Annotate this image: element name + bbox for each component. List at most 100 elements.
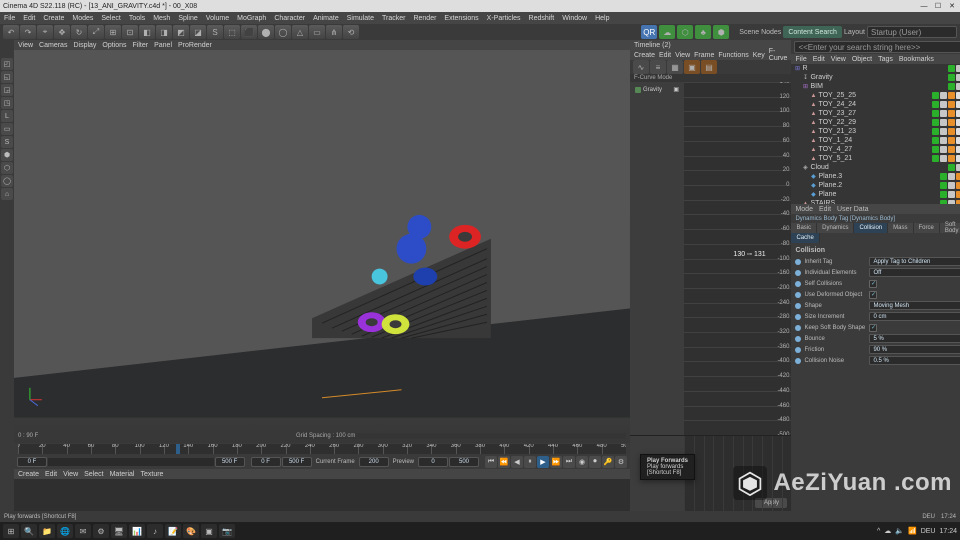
fcurve-track-gravity[interactable]: Gravity [643,87,662,93]
tag-icon[interactable] [948,110,955,117]
toolbar-button-2[interactable]: ⌖ [37,25,53,39]
object-row-12[interactable]: ◆Plane.3 [791,172,960,181]
tag-icon[interactable] [956,119,960,126]
object-search-input[interactable]: <<Enter your search string here>> [794,41,960,53]
om-header-item-3[interactable]: Object [852,56,872,63]
tray-icon-2[interactable]: 🔈 [895,527,904,535]
toolbar-button-4[interactable]: ↻ [71,25,87,39]
select-field[interactable]: Moving Mesh [869,301,960,310]
tag-icon[interactable] [948,92,955,99]
menubar-item-0[interactable]: File [4,15,15,22]
view-menubar-item-3[interactable]: Options [102,42,126,49]
objmanmenu-item-4[interactable]: Material [110,471,135,478]
toolbar-button-11[interactable]: ◪ [190,25,206,39]
transport-1[interactable]: ⏪ [498,456,510,468]
om-header-item-5[interactable]: Bookmarks [899,56,934,63]
menubar-item-3[interactable]: Modes [72,15,93,22]
object-row-13[interactable]: ◆Plane.2 [791,181,960,190]
palette-tool-9[interactable]: ◯ [1,175,13,187]
qr-icon[interactable]: QR [641,25,657,39]
tag-icon[interactable] [956,137,960,144]
tray-icon-0[interactable]: ^ [877,528,880,535]
toolbar-button-15[interactable]: ⬤ [258,25,274,39]
anim-dot-icon[interactable] [795,259,801,265]
attr-header-item-0[interactable]: Mode [795,206,813,213]
tag-icon[interactable] [948,191,955,198]
tag-icon[interactable] [948,137,955,144]
taskbar-app-11[interactable]: ▣ [201,524,217,538]
objmanmenu-item-1[interactable]: Edit [45,471,57,478]
object-row-5[interactable]: ▲TOY_23_27 [791,109,960,118]
tray-icon-1[interactable]: ☁ [884,527,891,535]
hex2-icon[interactable]: ⬢ [713,25,729,39]
menubar-item-2[interactable]: Create [43,15,64,22]
menubar-item-18[interactable]: Window [562,15,587,22]
toolbar-button-16[interactable]: ◯ [275,25,291,39]
anim-dot-icon[interactable] [795,314,801,320]
tag-icon[interactable] [932,119,939,126]
toolbar-button-8[interactable]: ◧ [139,25,155,39]
tag-icon[interactable] [932,137,939,144]
object-row-1[interactable]: ↧Gravity [791,73,960,82]
filter2-button[interactable]: ▤ [701,60,717,74]
taskbar-app-6[interactable]: 🖥 [111,524,127,538]
tray-icon-3[interactable]: 📶 [908,527,917,535]
material-manager-menubar[interactable]: CreateEditViewSelectMaterialTexture [14,469,630,479]
toolbar-button-18[interactable]: ▭ [309,25,325,39]
view-menubar-item-1[interactable]: Cameras [39,42,67,49]
transport-3[interactable]: ⏸ [524,456,536,468]
tag-icon[interactable] [956,182,960,189]
toolbar-button-7[interactable]: ⊡ [122,25,138,39]
window-maximize-button[interactable]: ☐ [933,2,943,11]
viewport[interactable]: Perspective [14,50,630,443]
taskbar-app-4[interactable]: ✉ [75,524,91,538]
tag-icon[interactable] [956,146,960,153]
attribute-tabs[interactable]: BasicDynamicsCollisionMassForceSoft Body [791,223,960,233]
graph-menu-item-3[interactable]: Frame [694,52,714,59]
attr-tab-dynamics[interactable]: Dynamics [817,223,854,233]
toolbar-button-14[interactable]: ⬛ [241,25,257,39]
taskbar-app-12[interactable]: 📷 [219,524,235,538]
attr-header-item-2[interactable]: User Data [837,206,869,213]
view-menubar-item-5[interactable]: Panel [154,42,172,49]
checkbox[interactable]: ✓ [869,291,877,299]
menubar-item-13[interactable]: Tracker [382,15,405,22]
tag-icon[interactable] [940,128,947,135]
toolbar-button-10[interactable]: ◩ [173,25,189,39]
menubar-item-14[interactable]: Render [413,15,436,22]
toolbar-button-19[interactable]: ⋔ [326,25,342,39]
menubar-item-8[interactable]: Volume [206,15,229,22]
tag-icon[interactable] [940,182,947,189]
tag-icon[interactable] [948,83,955,90]
graph-menu-item-0[interactable]: Create [634,52,655,59]
timeline-viewend-field[interactable]: 500 F [282,457,312,467]
filter-button[interactable]: ▣ [684,60,700,74]
playhead[interactable] [176,444,180,454]
om-header-item-2[interactable]: View [831,56,846,63]
transport-7[interactable]: ◉ [576,456,588,468]
object-row-10[interactable]: ▲TOY_5_21 [791,154,960,163]
toolbar-button-17[interactable]: △ [292,25,308,39]
timeline-panel-menubar[interactable]: CreateEditViewFrameFunctionsKeyF-Curve [630,50,791,60]
palette-tool-5[interactable]: ▭ [1,123,13,135]
timeline-viewstart-field[interactable]: 0 F [251,457,281,467]
tag-icon[interactable] [932,92,939,99]
view-menubar-item-4[interactable]: Filter [133,42,149,49]
menubar-item-11[interactable]: Animate [313,15,339,22]
graph-menu-item-5[interactable]: Key [753,52,765,59]
tag-icon[interactable] [956,155,960,162]
taskbar-app-9[interactable]: 📝 [165,524,181,538]
transport-2[interactable]: ◀ [511,456,523,468]
tag-icon[interactable] [940,137,947,144]
transport-9[interactable]: 🔑 [602,456,614,468]
taskbar-app-1[interactable]: 🔍 [21,524,37,538]
tag-icon[interactable] [940,110,947,117]
object-row-11[interactable]: ◈Cloud [791,163,960,172]
menubar-item-9[interactable]: MoGraph [237,15,266,22]
view-menubar-item-2[interactable]: Display [73,42,96,49]
tag-icon[interactable] [956,92,960,99]
tag-icon[interactable] [932,101,939,108]
graph-menu-item-2[interactable]: View [675,52,690,59]
anim-dot-icon[interactable] [795,292,801,298]
tag-icon[interactable] [948,155,955,162]
